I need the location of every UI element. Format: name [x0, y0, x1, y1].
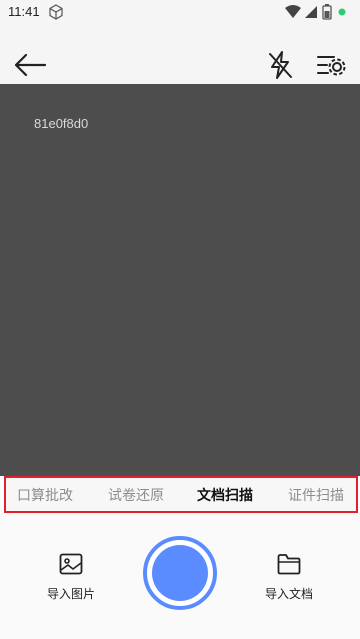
settings-icon[interactable] [316, 50, 346, 80]
mode-tabs: 口算批改 试卷还原 文档扫描 证件扫描 [4, 476, 358, 513]
import-image-label: 导入图片 [46, 587, 95, 601]
import-document-label: 导入文档 [264, 587, 313, 601]
battery-icon [322, 4, 332, 20]
status-time: 11:41 [8, 4, 40, 19]
tab-document-scan[interactable]: 文档扫描 [197, 485, 253, 505]
camera-preview[interactable]: 81e0f8d0 [0, 84, 360, 476]
tab-oral-math-check[interactable]: 口算批改 [17, 485, 73, 505]
shutter-button[interactable] [143, 536, 217, 610]
back-arrow-icon[interactable] [12, 50, 48, 80]
import-image-button[interactable]: 导入图片 [31, 553, 111, 602]
import-document-button[interactable]: 导入文档 [249, 553, 329, 602]
camera-overlay-text: 81e0f8d0 [34, 116, 89, 131]
folder-icon [277, 554, 301, 575]
shutter-inner [152, 545, 208, 601]
cube-icon [49, 4, 63, 20]
wifi-icon [285, 5, 301, 18]
bottom-action-bar: 导入图片 导入文档 [0, 513, 360, 639]
status-icons [284, 4, 354, 20]
tab-id-card-scan[interactable]: 证件扫描 [288, 485, 344, 505]
tab-exam-restore[interactable]: 试卷还原 [108, 485, 164, 505]
status-bar: 11:41 [0, 0, 360, 24]
top-bar [0, 24, 360, 84]
notification-dot-icon [338, 8, 346, 16]
flash-off-icon[interactable] [266, 50, 294, 80]
image-icon [59, 553, 83, 575]
signal-icon [305, 6, 317, 18]
